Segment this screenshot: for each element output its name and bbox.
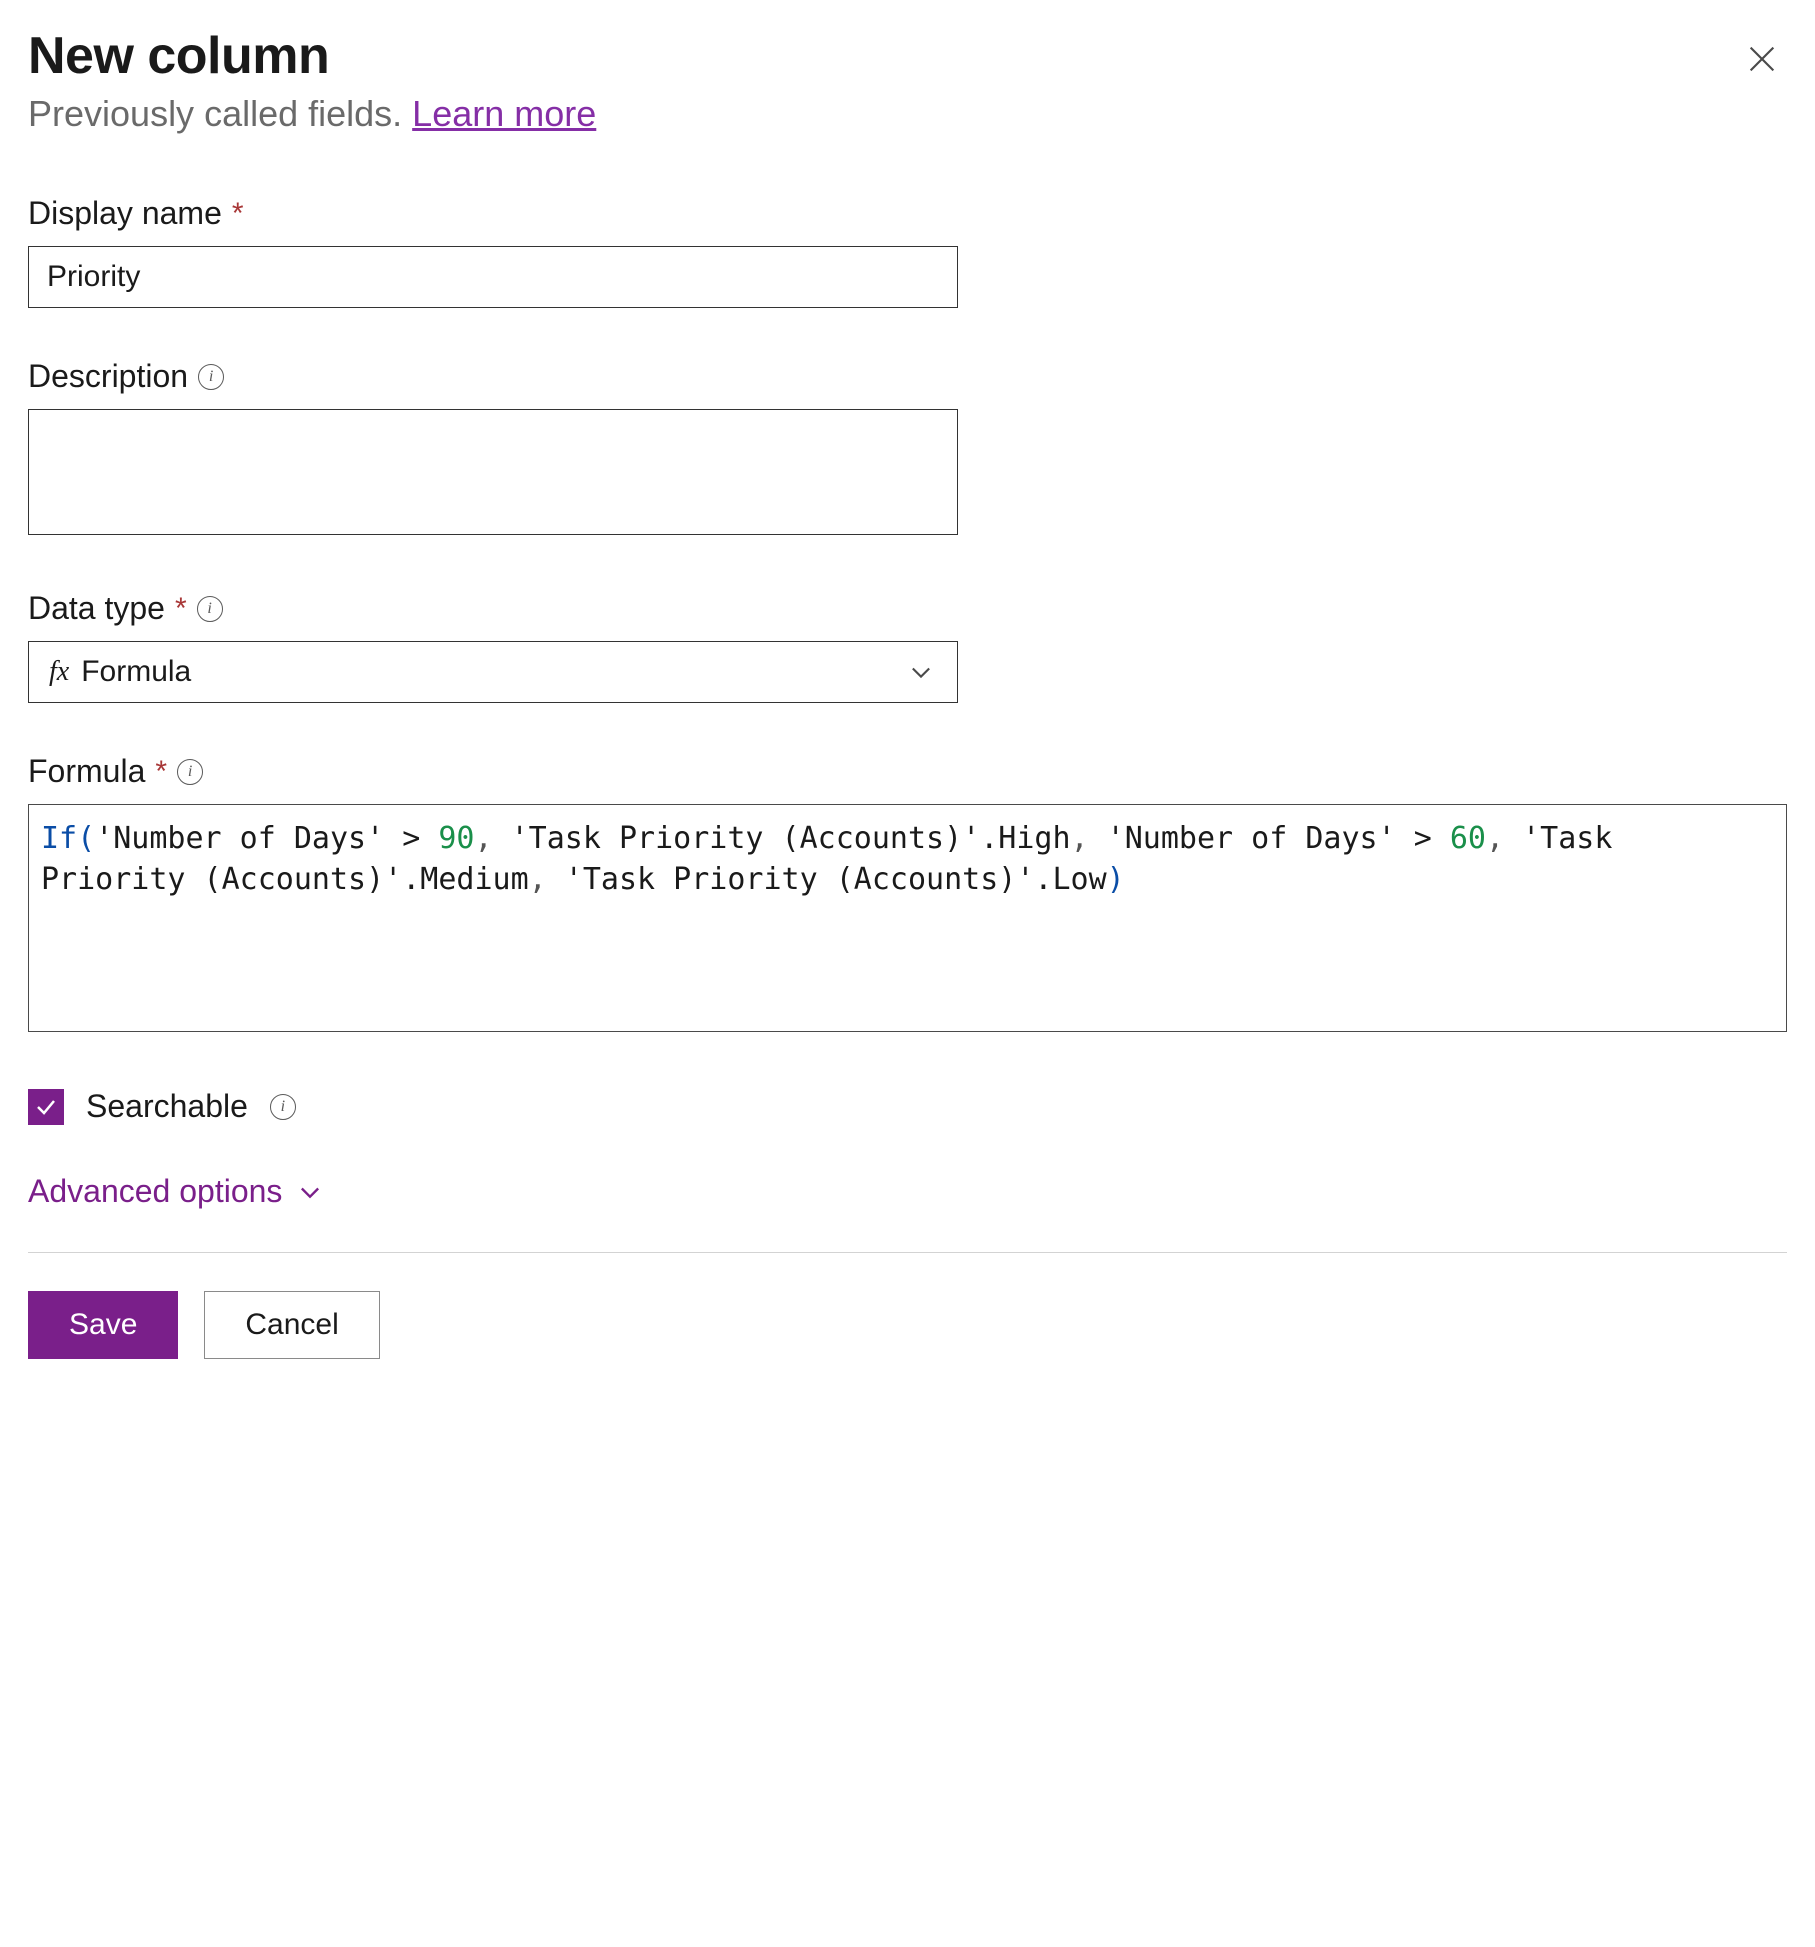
data-type-field: Data type * fx Formula bbox=[28, 590, 1787, 703]
advanced-options-label: Advanced options bbox=[28, 1173, 282, 1210]
cancel-button[interactable]: Cancel bbox=[204, 1291, 379, 1359]
display-name-field: Display name * bbox=[28, 195, 1787, 308]
formula-label: Formula bbox=[28, 753, 145, 790]
required-mark: * bbox=[175, 592, 187, 626]
data-type-selected: Formula bbox=[81, 655, 191, 689]
close-button[interactable] bbox=[1737, 34, 1787, 87]
save-button[interactable]: Save bbox=[28, 1291, 178, 1359]
advanced-options-toggle[interactable]: Advanced options bbox=[28, 1173, 324, 1210]
searchable-checkbox[interactable] bbox=[28, 1089, 64, 1125]
formula-icon: fx bbox=[49, 656, 69, 688]
info-icon[interactable] bbox=[198, 364, 224, 390]
learn-more-link[interactable]: Learn more bbox=[412, 93, 596, 134]
description-field: Description bbox=[28, 358, 1787, 540]
panel-title: New column bbox=[28, 26, 329, 86]
footer-divider bbox=[28, 1252, 1787, 1253]
formula-field: Formula * If('Number of Days' > 90, 'Tas… bbox=[28, 753, 1787, 1032]
panel-header: New column bbox=[28, 26, 1787, 87]
chevron-down-icon bbox=[296, 1178, 324, 1206]
formula-editor[interactable]: If('Number of Days' > 90, 'Task Priority… bbox=[28, 804, 1787, 1032]
chevron-down-icon bbox=[907, 658, 935, 686]
close-icon bbox=[1745, 42, 1779, 76]
info-icon[interactable] bbox=[177, 759, 203, 785]
subtitle-text: Previously called fields. bbox=[28, 93, 412, 134]
display-name-label: Display name bbox=[28, 195, 222, 232]
new-column-panel: New column Previously called fields. Lea… bbox=[28, 26, 1787, 1359]
required-mark: * bbox=[155, 755, 167, 789]
searchable-field: Searchable bbox=[28, 1088, 1787, 1125]
info-icon[interactable] bbox=[270, 1094, 296, 1120]
display-name-input[interactable] bbox=[28, 246, 958, 308]
description-label: Description bbox=[28, 358, 188, 395]
data-type-label: Data type bbox=[28, 590, 165, 627]
required-mark: * bbox=[232, 197, 244, 231]
description-input[interactable] bbox=[28, 409, 958, 535]
panel-subtitle: Previously called fields. Learn more bbox=[28, 93, 1787, 135]
checkmark-icon bbox=[34, 1095, 58, 1119]
data-type-select[interactable]: fx Formula bbox=[28, 641, 958, 703]
info-icon[interactable] bbox=[197, 596, 223, 622]
searchable-label: Searchable bbox=[86, 1088, 248, 1125]
footer-actions: Save Cancel bbox=[28, 1291, 1787, 1359]
